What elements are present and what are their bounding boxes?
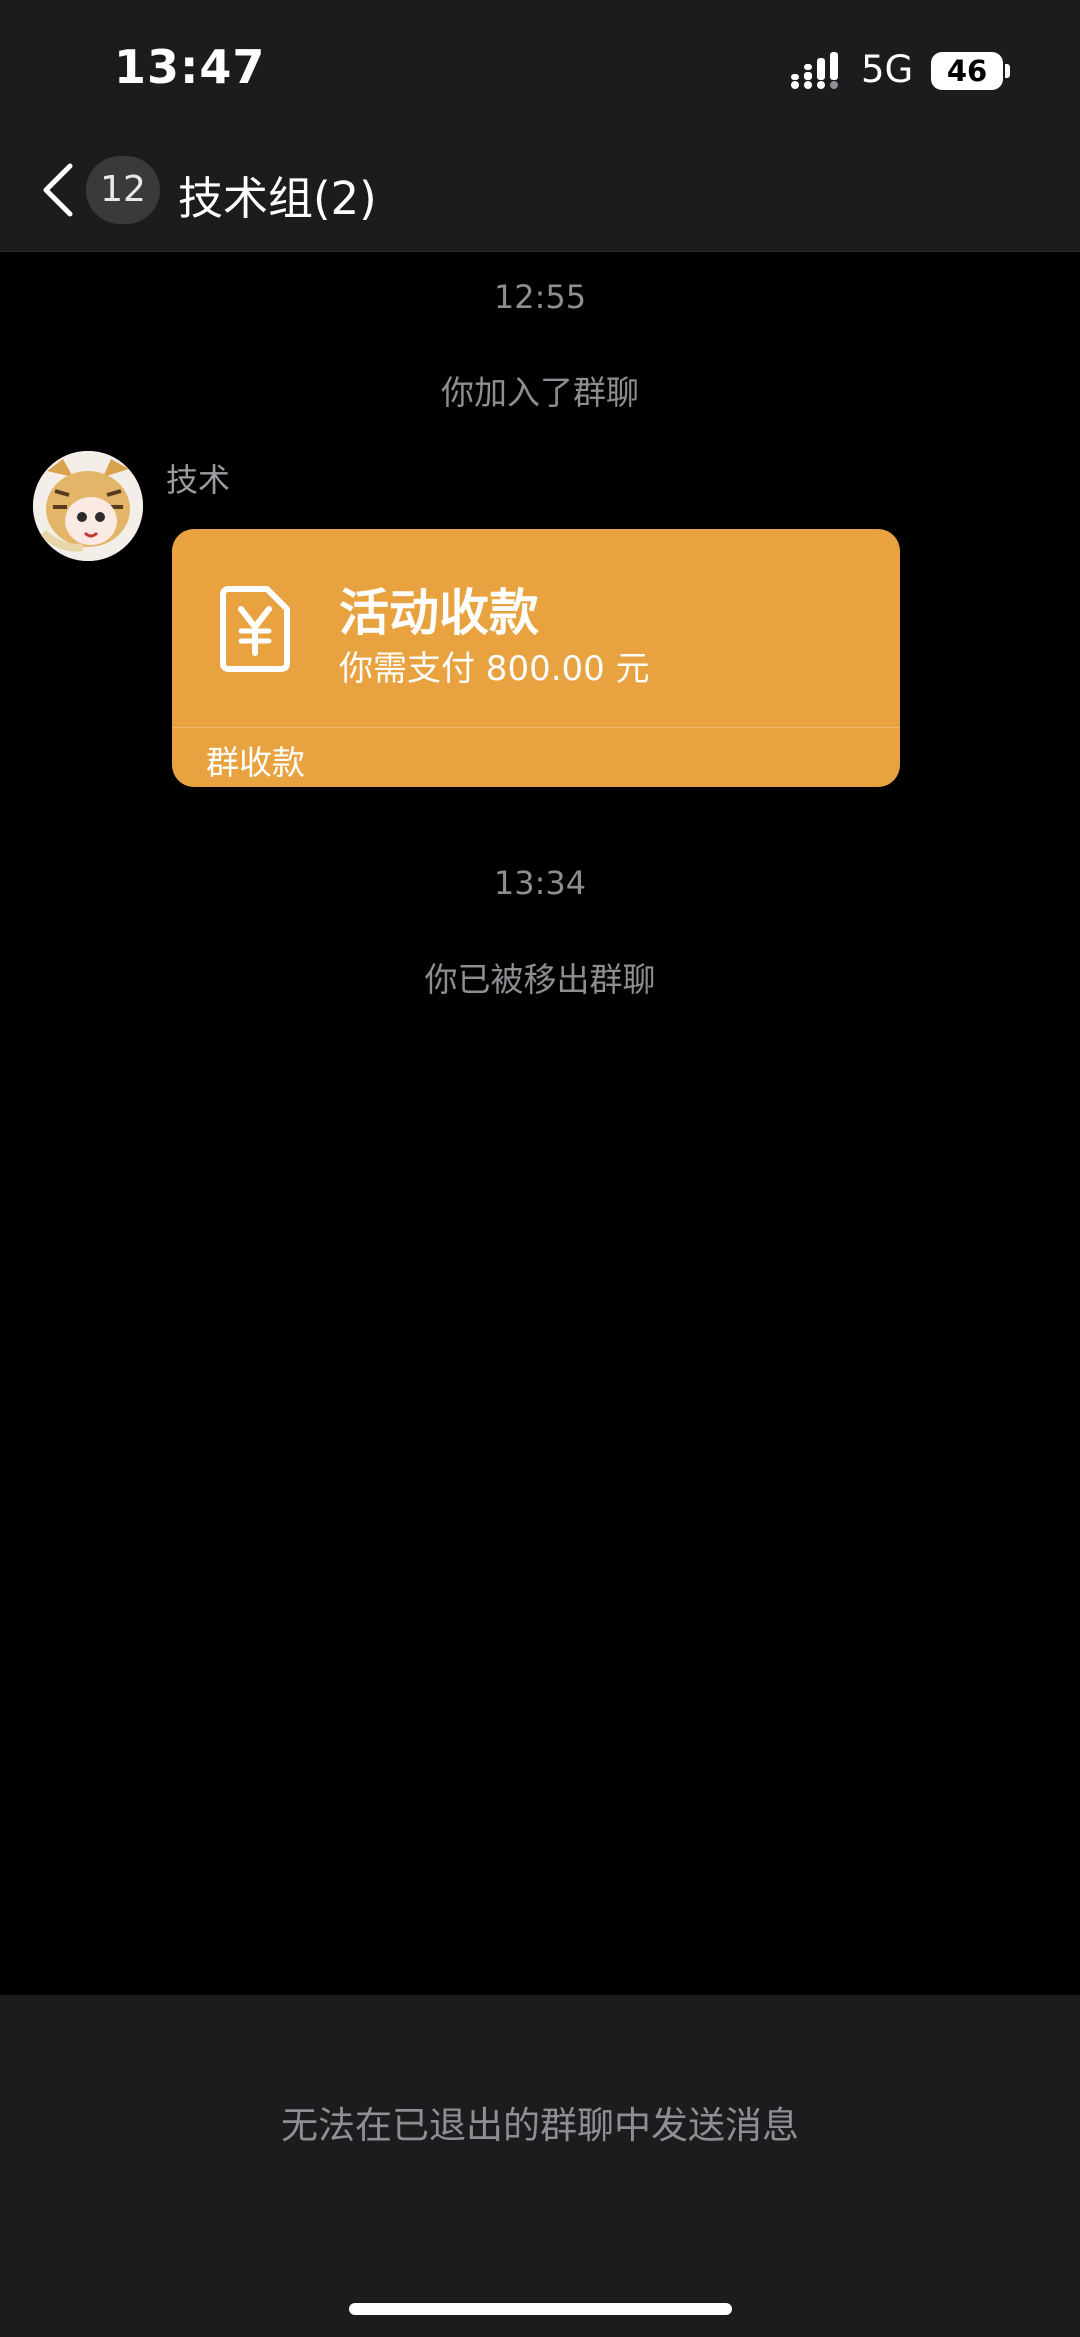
unread-count-badge[interactable]: 12 xyxy=(86,156,160,224)
yuan-receipt-icon xyxy=(220,586,290,672)
card-divider xyxy=(172,727,900,728)
battery-level: 46 xyxy=(931,52,1003,90)
payment-card-footer: 群收款 xyxy=(206,743,305,782)
home-indicator[interactable] xyxy=(349,2303,732,2315)
cellular-signal-icon xyxy=(791,52,838,89)
timestamp: 12:55 xyxy=(493,278,587,316)
payment-card-amount: 你需支付 800.00 元 xyxy=(339,649,650,689)
chat-title[interactable]: 技术组(2) xyxy=(178,162,377,227)
tiger-avatar-icon xyxy=(33,451,143,561)
group-payment-card[interactable]: 活动收款 你需支付 800.00 元 群收款 xyxy=(172,529,900,787)
payment-card-title: 活动收款 xyxy=(339,584,539,642)
avatar[interactable] xyxy=(33,451,143,561)
back-chevron-icon[interactable] xyxy=(40,160,76,220)
bottom-bar: 无法在已退出的群聊中发送消息 xyxy=(0,1995,1080,2337)
cannot-send-notice: 无法在已退出的群聊中发送消息 xyxy=(281,2104,799,2147)
top-bar: 13:47 5G 46 12 技术组(2) xyxy=(0,0,1080,252)
status-time: 13:47 xyxy=(114,40,266,94)
timestamp: 13:34 xyxy=(493,864,587,902)
sender-name: 技术 xyxy=(166,461,231,499)
system-message-removed: 你已被移出群聊 xyxy=(424,960,656,999)
system-message-joined: 你加入了群聊 xyxy=(441,373,639,412)
network-type: 5G xyxy=(861,48,914,91)
battery-tip-icon xyxy=(1005,64,1010,78)
